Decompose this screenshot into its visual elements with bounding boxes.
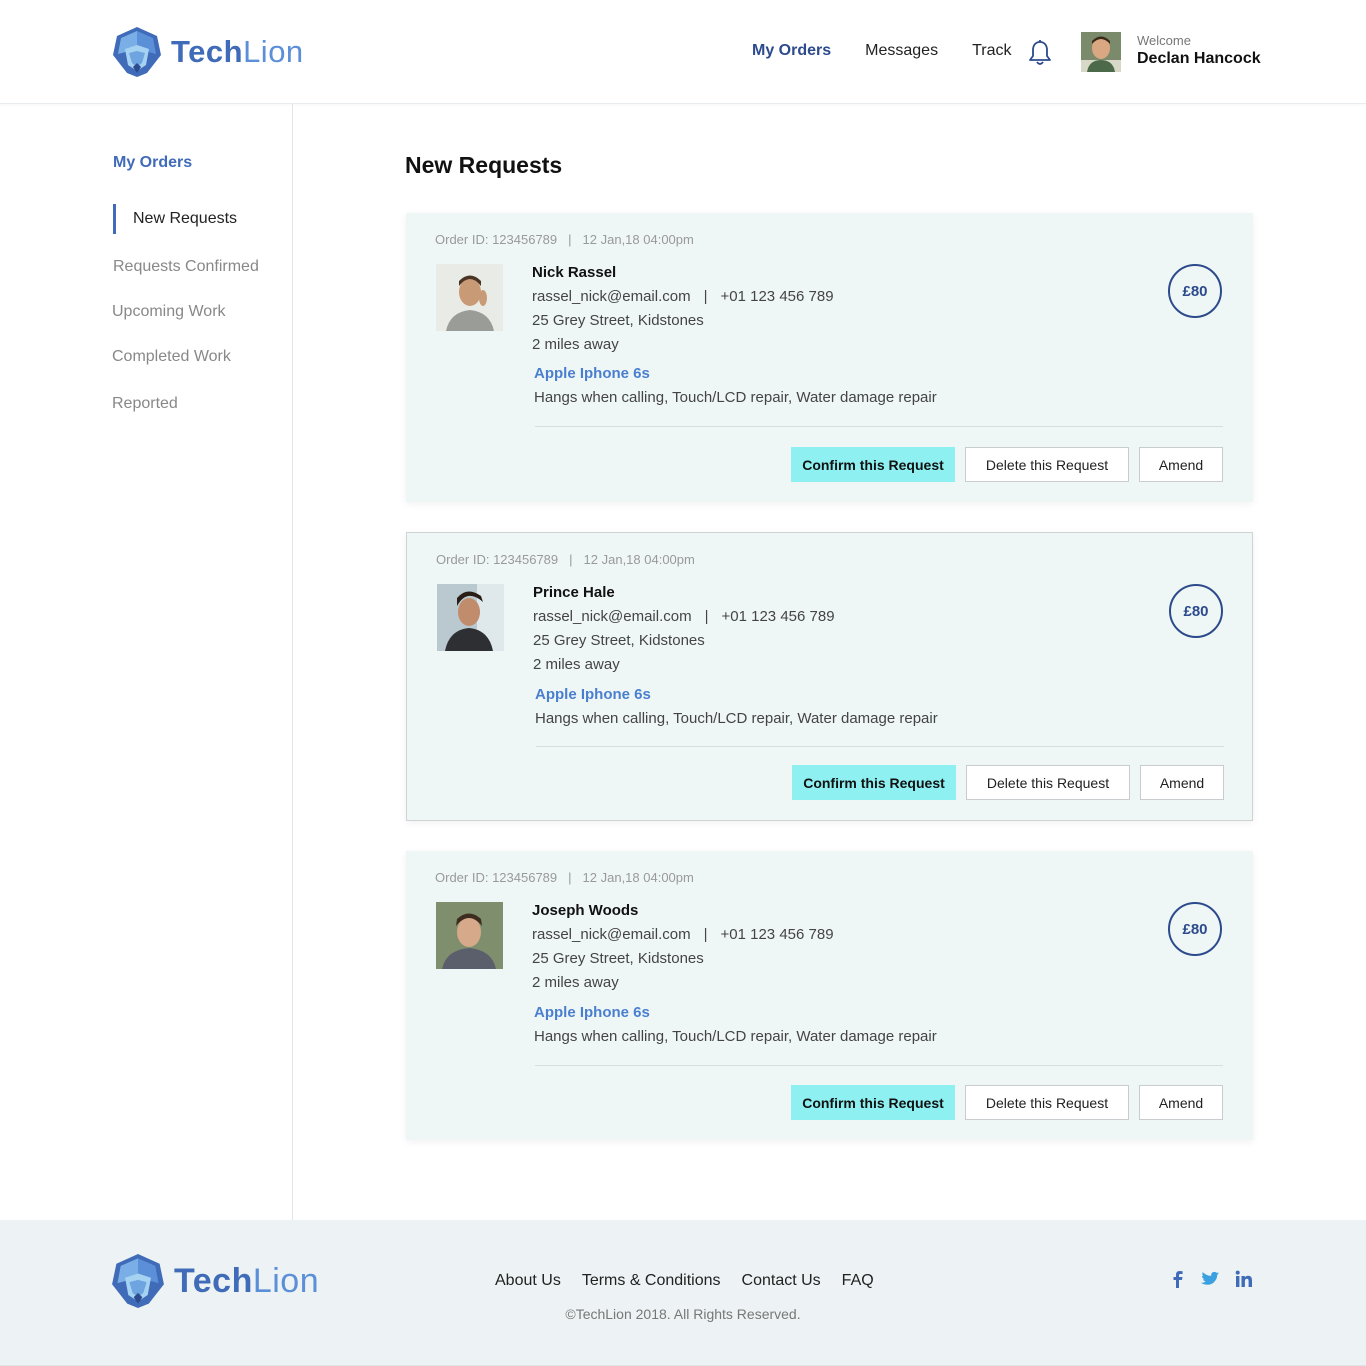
customer-name: Nick Rassel — [532, 264, 617, 281]
brand-logo[interactable]: TechLion — [113, 27, 304, 77]
meta-separator: | — [568, 870, 572, 885]
page-title: New Requests — [405, 152, 563, 178]
brand-name-tech: Tech — [174, 1261, 253, 1300]
linkedin-icon[interactable] — [1235, 1270, 1253, 1288]
twitter-icon[interactable] — [1201, 1271, 1219, 1287]
price-badge: £80 — [1168, 264, 1222, 318]
sidebar-item-reported[interactable]: Reported — [112, 395, 178, 413]
lion-logo-icon — [113, 27, 161, 77]
contact-separator: | — [704, 608, 709, 625]
copyright: ©TechLion 2018. All Rights Reserved. — [565, 1306, 801, 1322]
device-issues: Hangs when calling, Touch/LCD repair, Wa… — [534, 1028, 937, 1045]
nav-my-orders[interactable]: My Orders — [752, 42, 831, 60]
confirm-request-button[interactable]: Confirm this Request — [791, 447, 955, 482]
meta-separator: | — [569, 552, 573, 567]
device-issues: Hangs when calling, Touch/LCD repair, Wa… — [534, 389, 937, 406]
price-badge: £80 — [1168, 902, 1222, 956]
customer-phone: +01 123 456 789 — [721, 608, 835, 625]
confirm-request-button[interactable]: Confirm this Request — [791, 1085, 955, 1120]
amend-button[interactable]: Amend — [1140, 765, 1224, 800]
user-name[interactable]: Declan Hancock — [1137, 50, 1261, 68]
customer-phone: +01 123 456 789 — [720, 926, 834, 943]
nav-track[interactable]: Track — [972, 42, 1011, 60]
order-meta: Order ID: 123456789 | 12 Jan,18 04:00pm — [435, 232, 694, 247]
customer-address: 25 Grey Street, Kidstones — [532, 312, 704, 329]
order-datetime: 12 Jan,18 04:00pm — [583, 552, 695, 567]
footer-links: About Us Terms & Conditions Contact Us F… — [495, 1272, 895, 1290]
footer-link-contact[interactable]: Contact Us — [742, 1272, 821, 1290]
card-divider — [535, 1065, 1223, 1066]
card-divider — [536, 746, 1224, 747]
sidebar-item-upcoming-work[interactable]: Upcoming Work — [112, 303, 226, 321]
order-meta: Order ID: 123456789 | 12 Jan,18 04:00pm — [435, 870, 694, 885]
amend-button[interactable]: Amend — [1139, 1085, 1223, 1120]
customer-distance: 2 miles away — [532, 974, 619, 991]
customer-email: rassel_nick@email.com — [532, 288, 691, 305]
customer-photo — [436, 902, 503, 969]
customer-address: 25 Grey Street, Kidstones — [532, 950, 704, 967]
card-divider — [535, 426, 1223, 427]
amend-button[interactable]: Amend — [1139, 447, 1223, 482]
customer-name: Prince Hale — [533, 584, 615, 601]
bell-icon[interactable] — [1028, 40, 1052, 66]
social-links — [1171, 1270, 1253, 1288]
brand-name-lion: Lion — [252, 1261, 320, 1300]
footer-brand-logo[interactable]: TechLion — [112, 1254, 319, 1308]
customer-contact: rassel_nick@email.com | +01 123 456 789 — [533, 608, 835, 625]
sidebar-title[interactable]: My Orders — [113, 154, 192, 172]
user-avatar[interactable] — [1081, 32, 1121, 72]
customer-contact: rassel_nick@email.com | +01 123 456 789 — [532, 926, 834, 943]
contact-separator: | — [703, 288, 708, 305]
footer-link-faq[interactable]: FAQ — [842, 1272, 874, 1290]
customer-photo — [437, 584, 504, 651]
main-nav: My Orders Messages Track — [752, 42, 1045, 60]
welcome-label: Welcome — [1137, 33, 1191, 48]
customer-email: rassel_nick@email.com — [533, 608, 692, 625]
facebook-icon[interactable] — [1171, 1270, 1185, 1288]
customer-distance: 2 miles away — [532, 336, 619, 353]
lion-logo-icon — [112, 1254, 164, 1308]
device-name[interactable]: Apple Iphone 6s — [535, 686, 651, 703]
user-welcome: Welcome Declan Hancock — [1137, 33, 1261, 68]
device-name[interactable]: Apple Iphone 6s — [534, 1004, 650, 1021]
order-meta: Order ID: 123456789 | 12 Jan,18 04:00pm — [436, 552, 695, 567]
customer-name: Joseph Woods — [532, 902, 639, 919]
order-datetime: 12 Jan,18 04:00pm — [582, 232, 694, 247]
footer-link-about[interactable]: About Us — [495, 1272, 561, 1290]
order-id: Order ID: 123456789 — [435, 870, 558, 885]
sidebar-item-requests-confirmed[interactable]: Requests Confirmed — [113, 258, 259, 276]
contact-separator: | — [703, 926, 708, 943]
nav-messages[interactable]: Messages — [865, 42, 938, 60]
device-name[interactable]: Apple Iphone 6s — [534, 365, 650, 382]
order-card: Order ID: 123456789 | 12 Jan,18 04:00pm Pr… — [406, 532, 1253, 821]
customer-address: 25 Grey Street, Kidstones — [533, 632, 705, 649]
customer-distance: 2 miles away — [533, 656, 620, 673]
customer-email: rassel_nick@email.com — [532, 926, 691, 943]
device-issues: Hangs when calling, Touch/LCD repair, Wa… — [535, 710, 938, 727]
order-card: Order ID: 123456789 | 12 Jan,18 04:00pm Ni… — [406, 213, 1253, 502]
confirm-request-button[interactable]: Confirm this Request — [792, 765, 956, 800]
footer: TechLion About Us Terms & Conditions Con… — [0, 1220, 1366, 1366]
brand-name-tech: Tech — [171, 34, 244, 69]
order-id: Order ID: 123456789 — [435, 232, 558, 247]
order-id: Order ID: 123456789 — [436, 552, 559, 567]
order-datetime: 12 Jan,18 04:00pm — [582, 870, 694, 885]
price-badge: £80 — [1169, 584, 1223, 638]
customer-contact: rassel_nick@email.com | +01 123 456 789 — [532, 288, 834, 305]
top-header: TechLion My Orders Messages Track Welcom… — [0, 0, 1366, 104]
customer-photo — [436, 264, 503, 331]
sidebar-item-completed-work[interactable]: Completed Work — [112, 348, 231, 366]
sidebar-item-new-requests[interactable]: New Requests — [113, 204, 237, 234]
customer-phone: +01 123 456 789 — [720, 288, 834, 305]
sidebar: My Orders New Requests Requests Confirme… — [0, 104, 293, 1220]
delete-request-button[interactable]: Delete this Request — [966, 765, 1130, 800]
order-card: Order ID: 123456789 | 12 Jan,18 04:00pm Jo… — [406, 851, 1253, 1140]
delete-request-button[interactable]: Delete this Request — [965, 1085, 1129, 1120]
brand-name-lion: Lion — [243, 34, 304, 69]
delete-request-button[interactable]: Delete this Request — [965, 447, 1129, 482]
meta-separator: | — [568, 232, 572, 247]
footer-link-terms[interactable]: Terms & Conditions — [582, 1272, 721, 1290]
